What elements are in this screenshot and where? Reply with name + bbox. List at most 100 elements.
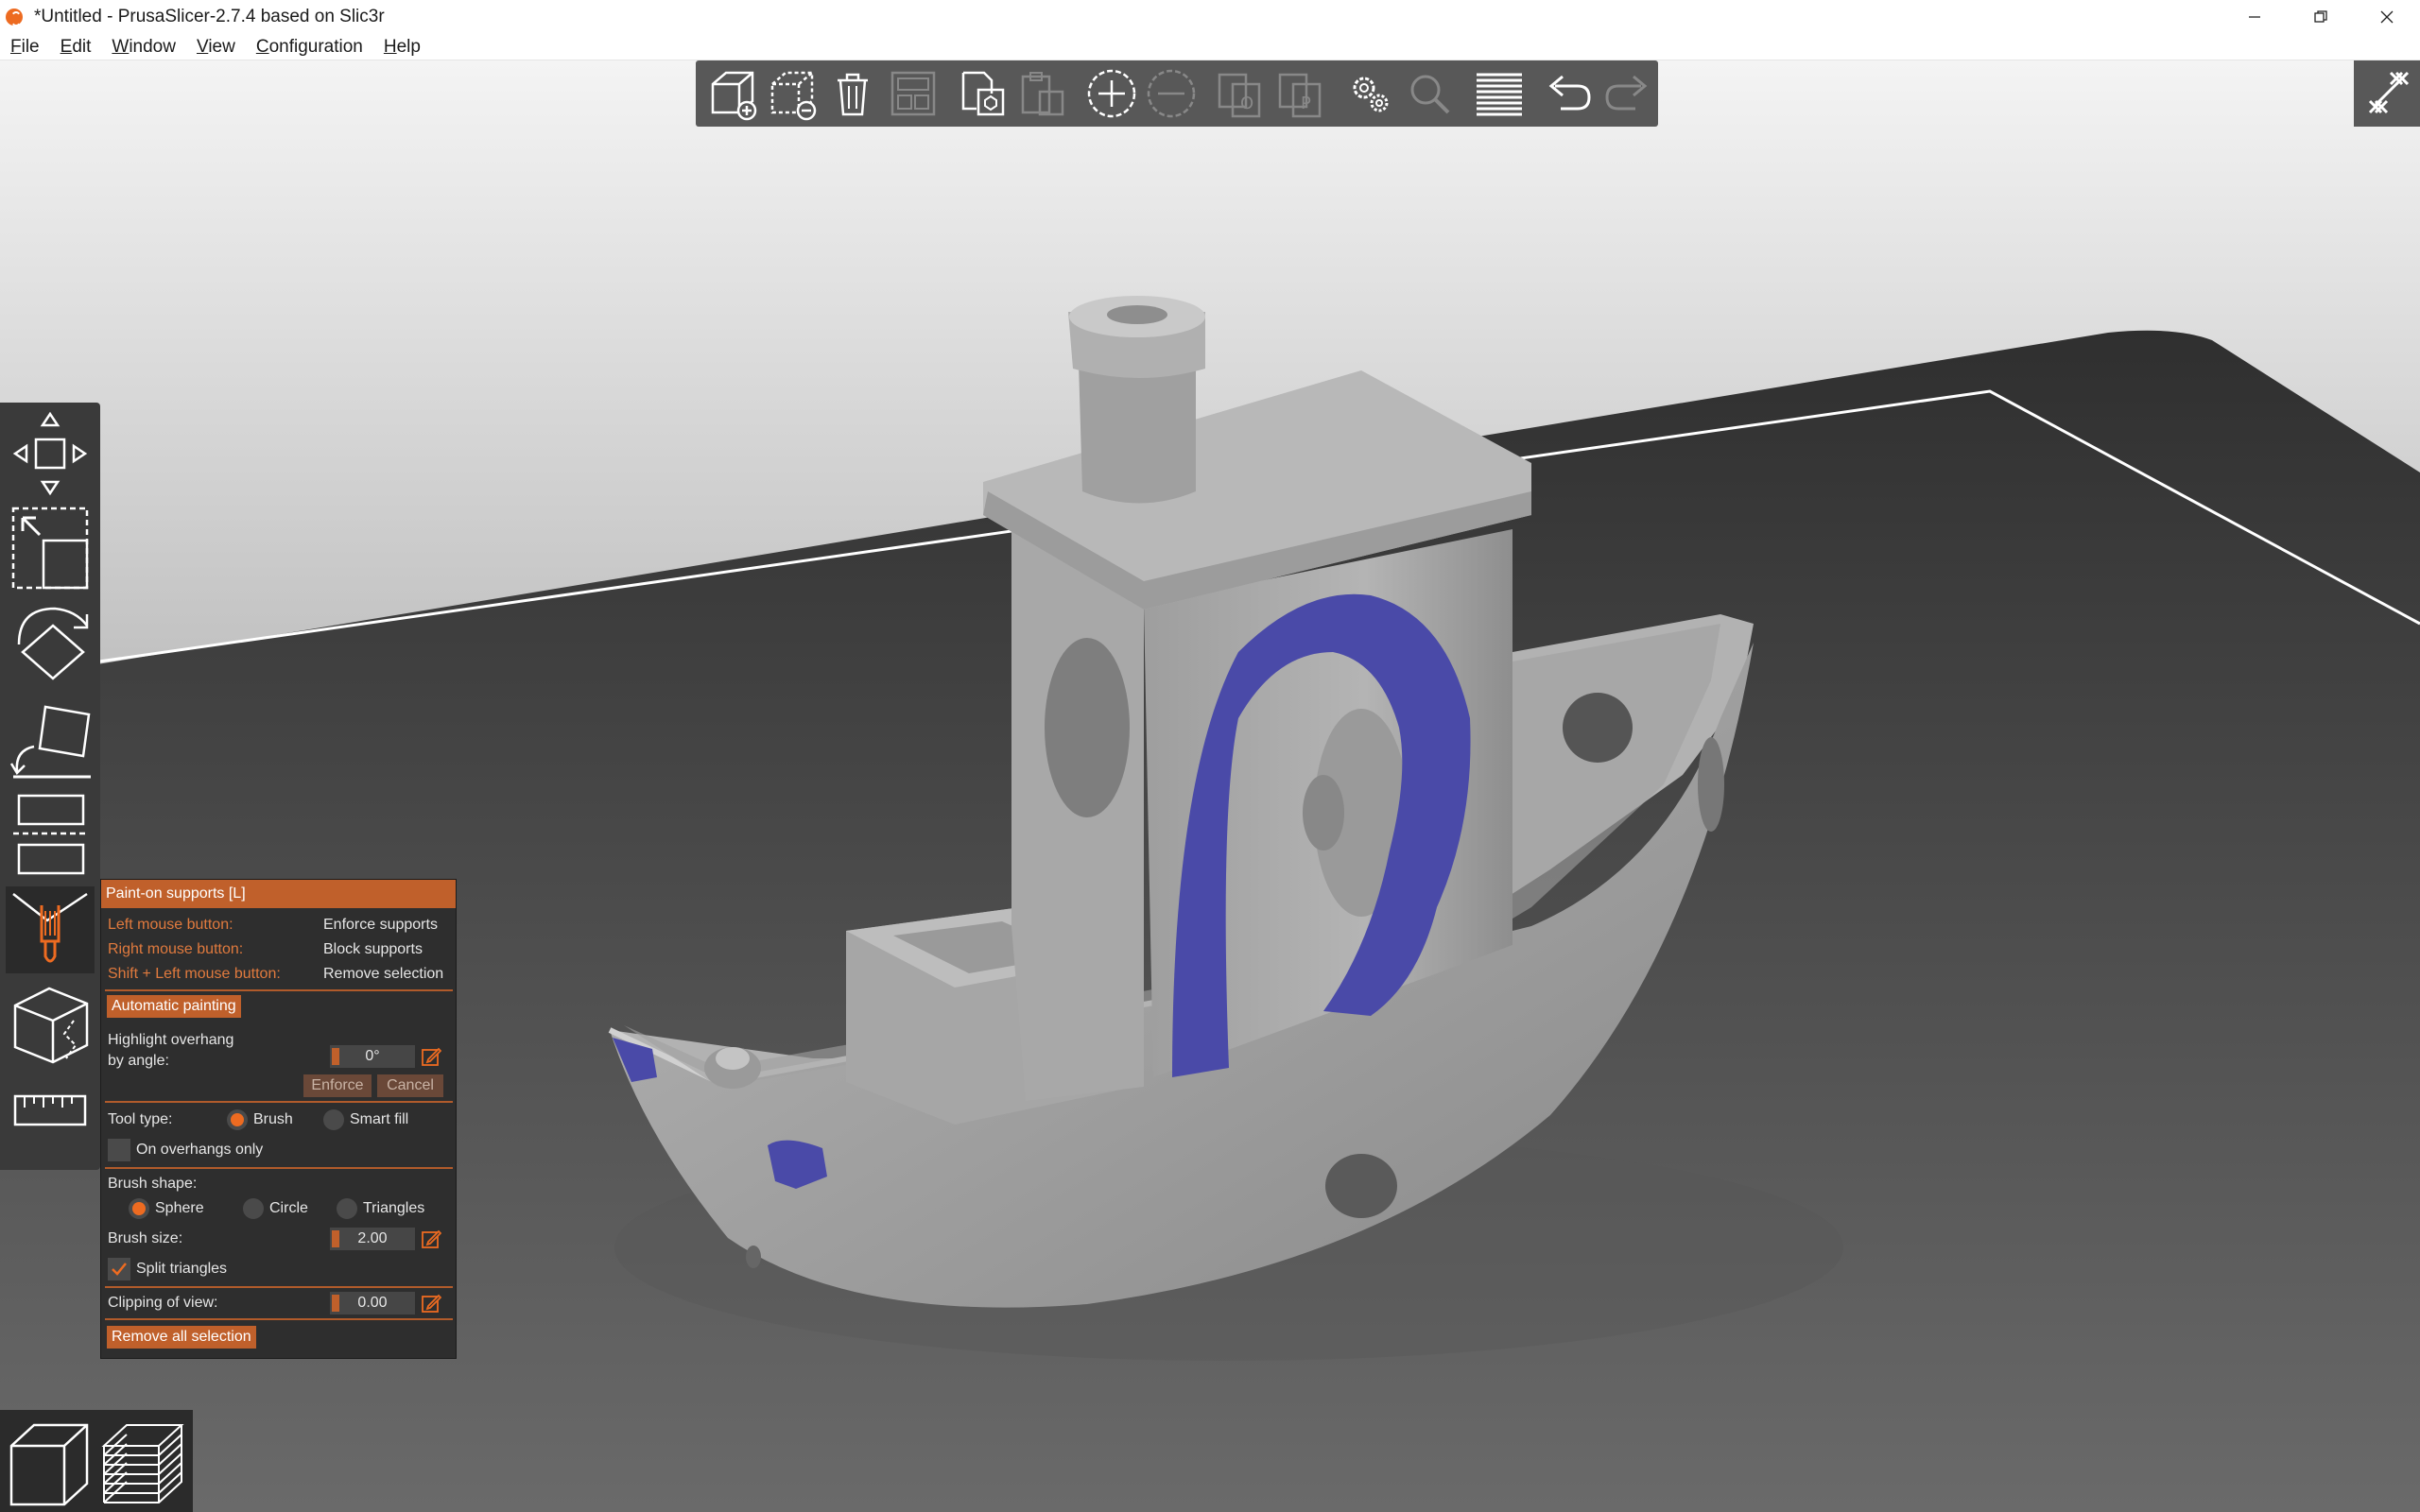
split-objects-button[interactable]: O [1211, 63, 1270, 124]
shape-circle-label: Circle [269, 1200, 308, 1216]
view-switch [0, 1410, 193, 1512]
radio-unselected-icon [323, 1109, 344, 1130]
copy-button[interactable] [952, 63, 1011, 124]
split-objects-icon: O [1219, 73, 1261, 118]
shape-sphere-label: Sphere [155, 1200, 204, 1216]
move-icon [12, 411, 88, 496]
split-triangles-label: Split triangles [136, 1261, 228, 1277]
title-bar: *Untitled - PrusaSlicer-2.7.4 based on S… [0, 0, 2420, 34]
remove-all-selection-button[interactable]: Remove all selection [107, 1326, 256, 1349]
automatic-painting-button[interactable]: Automatic painting [107, 995, 241, 1018]
shift-left-mouse-row: Shift + Left mouse button: Remove select… [108, 963, 448, 986]
edit-brush-size-button[interactable] [420, 1228, 442, 1250]
3d-view-button[interactable] [6, 1418, 93, 1508]
arrange-button[interactable] [883, 63, 942, 124]
right-mouse-label: Right mouse button: [108, 941, 244, 957]
right-mouse-value: Block supports [323, 941, 423, 957]
delete-button[interactable] [763, 63, 822, 124]
split-parts-button[interactable]: P [1270, 63, 1330, 124]
menu-view[interactable]: View [186, 37, 246, 58]
left-mouse-value: Enforce supports [323, 917, 438, 933]
remove-instance-button[interactable] [1141, 63, 1201, 124]
menu-configuration[interactable]: Configuration [246, 37, 373, 58]
cancel-button[interactable]: Cancel [377, 1074, 443, 1097]
cut-tool-button[interactable] [6, 786, 95, 835]
redo-button[interactable] [1599, 63, 1658, 124]
search-icon [1410, 75, 1450, 114]
clipping-input[interactable]: 0.00 [330, 1292, 415, 1314]
menu-window[interactable]: Window [101, 37, 186, 58]
place-on-face-icon [9, 705, 91, 779]
tool-smart-fill-radio[interactable]: Smart fill [323, 1109, 408, 1130]
radio-selected-icon [227, 1109, 248, 1130]
shift-left-mouse-value: Remove selection [323, 966, 444, 982]
rotate-tool-button[interactable] [6, 597, 95, 688]
brush-shape-label: Brush shape: [108, 1176, 198, 1192]
divider [105, 1286, 453, 1288]
minimize-button[interactable] [2221, 0, 2288, 34]
shape-circle-radio[interactable]: Circle [243, 1198, 308, 1219]
menu-edit[interactable]: Edit [50, 37, 102, 58]
restore-button[interactable] [2288, 0, 2354, 34]
paint-supports-tool-button[interactable] [6, 886, 95, 973]
brush-size-input[interactable]: 2.00 [330, 1228, 415, 1250]
tool-brush-radio[interactable]: Brush [227, 1109, 293, 1130]
add-object-icon [711, 71, 756, 121]
scale-tool-button[interactable] [6, 503, 95, 593]
place-on-face-tool-button[interactable] [6, 692, 95, 782]
add-instance-icon [1087, 69, 1135, 118]
seam-painting-icon [13, 987, 89, 1064]
trash-icon [838, 73, 869, 116]
shift-left-mouse-label: Shift + Left mouse button: [108, 966, 281, 982]
brush-size-label: Brush size: [108, 1230, 183, 1246]
paint-supports-panel: Paint-on supports [L] Left mouse button:… [100, 879, 457, 1359]
hollow-tool-button[interactable] [6, 835, 95, 883]
overhangs-only-checkbox[interactable]: On overhangs only [108, 1139, 263, 1161]
window-controls [2221, 0, 2420, 34]
delete-all-button[interactable] [823, 63, 883, 124]
settings-button[interactable] [1340, 63, 1399, 124]
divider [105, 1101, 453, 1103]
3d-cube-icon [9, 1423, 89, 1506]
undo-button[interactable] [1538, 63, 1598, 124]
shape-sphere-radio[interactable]: Sphere [129, 1198, 204, 1219]
close-button[interactable] [2354, 0, 2420, 34]
split-triangles-checkbox[interactable]: Split triangles [108, 1258, 227, 1280]
measure-tool-button[interactable] [6, 1079, 95, 1142]
svg-text:O: O [1240, 94, 1253, 113]
menu-help[interactable]: Help [373, 37, 431, 58]
delete-object-icon [770, 71, 817, 121]
restore-icon [2314, 10, 2327, 23]
copy-icon [961, 71, 1005, 116]
tool-brush-label: Brush [253, 1111, 293, 1127]
gizmo-toolbar [0, 403, 100, 1170]
clipping-label: Clipping of view: [108, 1295, 218, 1311]
rotate-icon [17, 607, 89, 680]
collapse-sidebar-button[interactable] [2354, 60, 2420, 127]
highlight-label-2: by angle: [108, 1053, 169, 1069]
edit-angle-button[interactable] [420, 1045, 442, 1068]
enforce-button[interactable]: Enforce [303, 1074, 372, 1097]
arrange-icon [890, 71, 936, 116]
settings-icon [1353, 77, 1389, 112]
seam-painting-tool-button[interactable] [6, 979, 95, 1070]
add-button[interactable] [703, 63, 763, 124]
add-instance-button[interactable] [1081, 63, 1141, 124]
left-mouse-row: Left mouse button: Enforce supports [108, 914, 448, 936]
search-button[interactable] [1400, 63, 1460, 124]
menu-bar: File Edit Window View Configuration Help [0, 34, 2420, 60]
menu-file[interactable]: File [0, 37, 50, 58]
overhang-angle-input[interactable]: 0° [330, 1045, 415, 1068]
left-mouse-label: Left mouse button: [108, 917, 233, 933]
move-tool-button[interactable] [6, 408, 95, 499]
redo-icon [1605, 75, 1648, 111]
checkmark-icon [112, 1263, 127, 1276]
checkbox-unchecked-icon [108, 1139, 130, 1161]
shape-triangles-radio[interactable]: Triangles [337, 1198, 424, 1219]
layers-editing-button[interactable] [1469, 63, 1529, 124]
preview-button[interactable] [98, 1418, 187, 1508]
shape-triangles-label: Triangles [363, 1200, 425, 1216]
edit-clipping-button[interactable] [420, 1292, 442, 1314]
edit-pencil-icon [422, 1047, 441, 1066]
paste-button[interactable] [1012, 63, 1072, 124]
